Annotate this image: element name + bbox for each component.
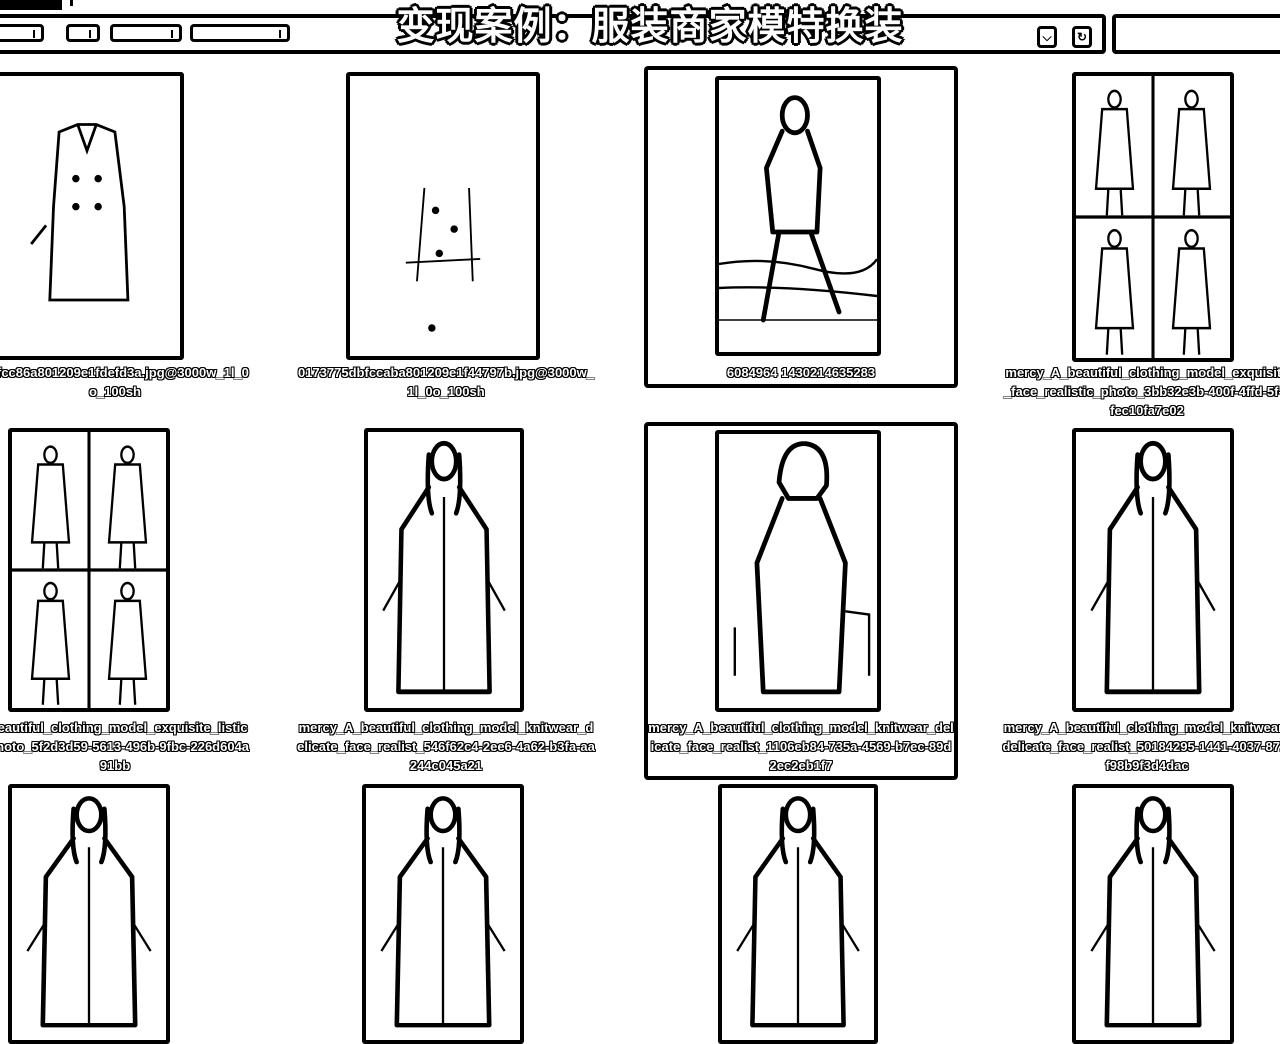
file-thumbnail[interactable] (8, 428, 170, 712)
file-name-label[interactable]: mercy_A_beautiful_clothing_model_knitwea… (296, 718, 596, 778)
file-name-label[interactable]: 0173775dbfccaba801209e1f44797b.jpg@3000w… (296, 363, 596, 403)
file-thumbnail[interactable] (1072, 72, 1234, 362)
file-name-label[interactable]: dbfcc86a801209e1fdefd3a.jpg@3000w_1l_0o_… (0, 363, 250, 403)
file-thumbnail[interactable] (0, 72, 184, 360)
file-thumbnail[interactable] (715, 430, 881, 712)
file-thumbnail[interactable] (718, 784, 878, 1044)
file-name-label[interactable]: mercy_A_beautiful_clothing_model_knitwea… (648, 718, 954, 778)
file-name-label[interactable]: mercy_A_beautiful_clothing_model_exquisi… (1002, 363, 1280, 423)
file-thumbnail[interactable] (1072, 428, 1234, 712)
file-thumbnail[interactable] (364, 428, 524, 712)
file-thumbnail[interactable] (346, 72, 540, 360)
file-thumbnail[interactable] (715, 76, 881, 356)
file-name-label[interactable]: 6084964 1430214635283 (644, 363, 958, 385)
file-name-label[interactable]: mercy_A_beautiful_clothing_model_knitwea… (1002, 718, 1280, 778)
file-thumbnail[interactable] (1072, 784, 1234, 1044)
file-name-label[interactable]: _beautiful_clothing_model_exquisite_list… (0, 718, 250, 778)
file-thumbnail[interactable] (8, 784, 170, 1044)
file-grid: dbfcc86a801209e1fdefd3a.jpg@3000w_1l_0o_… (0, 0, 1280, 1044)
file-thumbnail[interactable] (362, 784, 524, 1044)
